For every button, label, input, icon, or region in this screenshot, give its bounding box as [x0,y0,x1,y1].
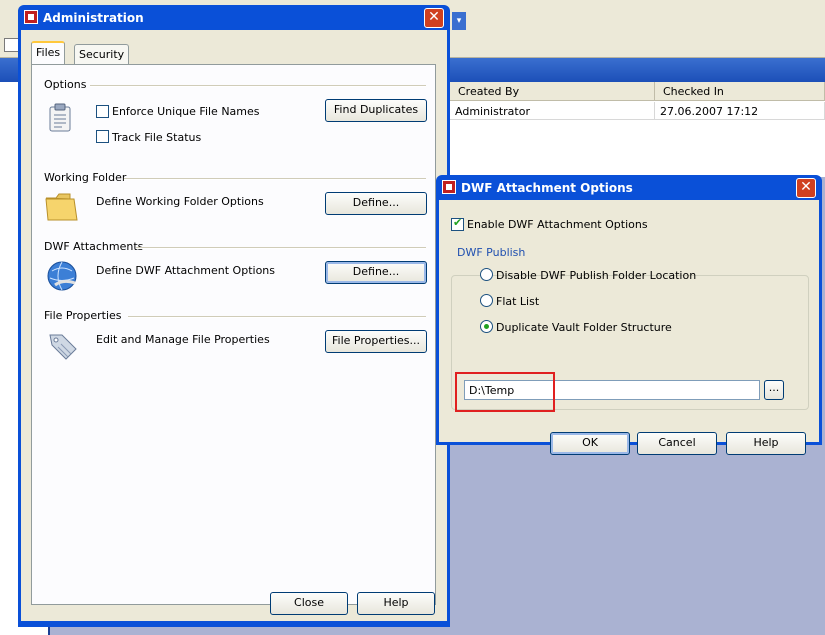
help-button[interactable]: Help [357,592,435,615]
radio-flat-list[interactable] [480,294,493,307]
define-working-folder-button[interactable]: Define... [325,192,427,215]
highlight-box [455,372,555,412]
app-icon [24,10,38,24]
folder-icon [44,191,80,223]
dwf-attachment-options-dialog: DWF Attachment Options ✕ Enable DWF Atta… [436,175,822,455]
file-grid: Created By Checked In Administrator 27.0… [450,82,825,177]
radio-disable-publish-folder-label[interactable]: Disable DWF Publish Folder Location [496,269,696,282]
define-dwf-attachments-button[interactable]: Define... [325,261,427,284]
dwf-globe-icon [45,259,79,293]
options-heading: Options [44,78,87,91]
administration-titlebar[interactable]: Administration ✕ [21,5,447,30]
tab-security[interactable]: Security [74,44,130,64]
dwf-titlebar[interactable]: DWF Attachment Options ✕ [439,175,819,200]
enable-dwf-checkbox[interactable] [451,216,464,231]
find-duplicates-button[interactable]: Find Duplicates [325,99,427,122]
administration-title: Administration [43,11,144,25]
browse-button[interactable]: ... [764,380,784,400]
close-button[interactable]: Close [270,592,348,615]
enforce-unique-names-checkbox[interactable] [96,105,109,118]
dwf-attachments-description: Define DWF Attachment Options [96,264,275,277]
administration-dialog: Administration ✕ Files Security Options … [18,5,450,627]
dwf-close-icon[interactable]: ✕ [796,178,816,198]
tag-icon [46,329,80,363]
radio-duplicate-vault-structure-label[interactable]: Duplicate Vault Folder Structure [496,321,672,334]
dwf-attachments-heading: DWF Attachments [44,240,144,253]
tab-files[interactable]: Files [31,41,66,64]
radio-duplicate-vault-structure[interactable] [480,320,493,333]
working-folder-description: Define Working Folder Options [96,195,264,208]
administration-close-icon[interactable]: ✕ [424,8,444,28]
radio-flat-list-label[interactable]: Flat List [496,295,539,308]
dwf-app-icon [442,180,456,194]
file-properties-button[interactable]: File Properties... [325,330,427,353]
grid-cell-checked-in[interactable]: 27.06.2007 17:12 [655,102,825,120]
dwf-help-button[interactable]: Help [726,432,806,455]
clipboard-icon [46,103,74,133]
files-tab-panel: Options Enforce Unique File Names Track … [31,64,436,605]
grid-cell-created-by[interactable]: Administrator [450,102,655,120]
dwf-title: DWF Attachment Options [461,181,633,195]
enable-dwf-label[interactable]: Enable DWF Attachment Options [467,218,648,231]
ok-button[interactable]: OK [550,432,630,455]
file-properties-heading: File Properties [44,309,122,322]
cancel-button[interactable]: Cancel [637,432,717,455]
radio-disable-publish-folder[interactable] [480,268,493,281]
toolbar-dropdown-icon[interactable]: ▾ [452,12,466,30]
file-properties-description: Edit and Manage File Properties [96,333,270,346]
grid-header-created-by[interactable]: Created By [450,82,655,101]
dwf-publish-group-title: DWF Publish [455,246,528,259]
track-file-status-checkbox[interactable] [96,130,109,143]
working-folder-heading: Working Folder [44,171,127,184]
enforce-unique-names-label[interactable]: Enforce Unique File Names [112,105,260,118]
track-file-status-label[interactable]: Track File Status [112,131,201,144]
grid-header-checked-in[interactable]: Checked In [655,82,825,101]
